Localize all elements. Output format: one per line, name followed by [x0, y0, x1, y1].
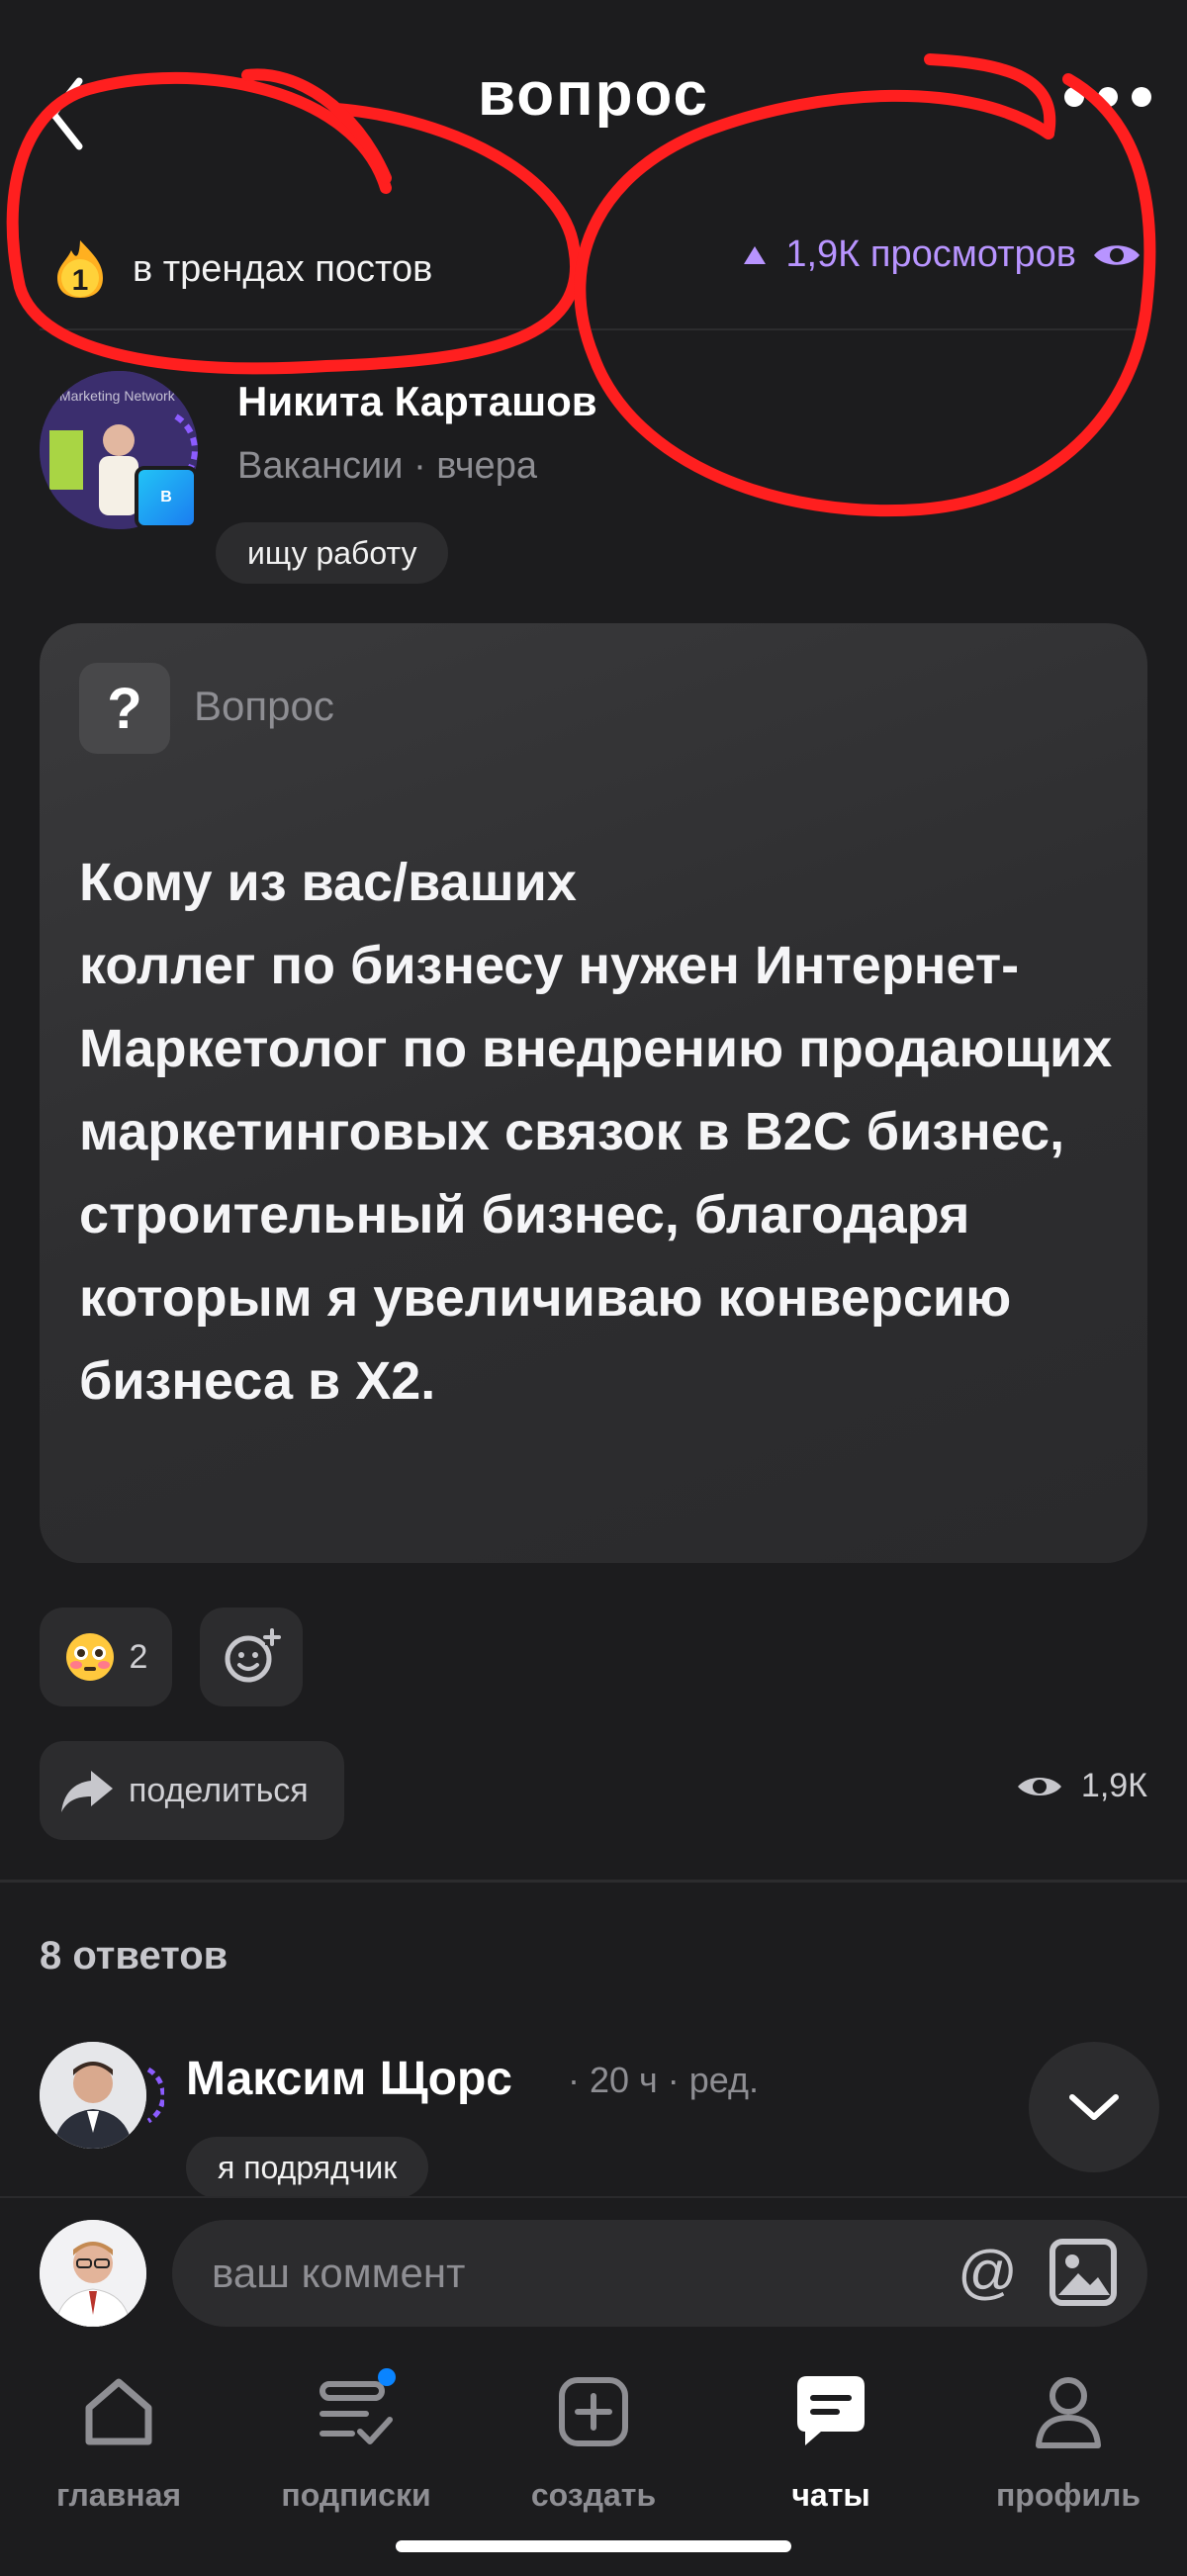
share-arrow-icon	[61, 1771, 113, 1812]
post-views: 1,9К	[1016, 1767, 1147, 1805]
trend-rank-number: 1	[72, 264, 89, 297]
tab-label: чаты	[791, 2477, 870, 2513]
reaction-count: 2	[129, 1637, 148, 1676]
tab-home[interactable]: главная	[0, 2372, 237, 2514]
subscriptions-icon	[317, 2368, 396, 2451]
answers-count: 8 ответов	[40, 1934, 228, 1978]
emoji-reaction[interactable]: 2	[40, 1608, 172, 1706]
tab-label: главная	[55, 2477, 182, 2513]
add-reaction-button[interactable]	[200, 1608, 303, 1706]
scroll-down-button[interactable]	[1029, 2042, 1159, 2172]
image-icon	[1050, 2239, 1117, 2306]
author-avatar[interactable]: Marketing Network B	[40, 371, 198, 529]
views-text: 1,9К просмотров	[785, 233, 1076, 275]
triangle-up-icon	[744, 245, 767, 264]
avatar-caption: Marketing Network	[59, 388, 176, 404]
notification-dot	[378, 2368, 396, 2386]
company-badge: B	[135, 466, 237, 535]
company-badge-logo: B	[135, 466, 198, 529]
tab-subscriptions[interactable]: подписки	[237, 2368, 475, 2514]
share-label: поделиться	[129, 1771, 309, 1809]
author-meta: Вакансии · вчера	[237, 445, 537, 487]
question-card: ? Вопрос Кому из вас/ваших коллег по бизн…	[40, 623, 1147, 1563]
more-dot-icon	[1064, 87, 1084, 107]
eye-icon	[1017, 1777, 1061, 1795]
commenter-name[interactable]: Максим Щорс	[186, 2052, 512, 2106]
create-icon	[554, 2372, 633, 2451]
profile-icon	[1029, 2372, 1108, 2451]
flame-rank-icon: 1	[51, 238, 109, 300]
my-avatar[interactable]	[40, 2220, 146, 2327]
author-name[interactable]: Никита Карташов	[237, 378, 597, 425]
home-indicator	[396, 2540, 791, 2552]
chat-icon	[791, 2372, 870, 2451]
mention-button[interactable]: @	[958, 2238, 1018, 2306]
more-dot-icon	[1132, 87, 1151, 107]
author-status-tag: ищу работу	[216, 522, 449, 584]
share-button[interactable]: поделиться	[40, 1741, 344, 1840]
question-label: Вопрос	[194, 683, 334, 729]
comment-meta: · 20 ч · ред.	[568, 2060, 760, 2100]
tab-label: профиль	[995, 2477, 1141, 2513]
tab-label: подписки	[281, 2477, 431, 2513]
stories-ring-icon	[146, 2067, 164, 2124]
question-mark-icon: ?	[79, 663, 170, 754]
tab-chats[interactable]: чаты	[712, 2372, 950, 2514]
question-text: Кому из вас/ваших коллег по бизнесу нужен…	[79, 853, 1113, 1411]
page-title: вопрос	[477, 60, 710, 129]
commenter-avatar[interactable]	[40, 2042, 146, 2149]
flushed-face-icon	[65, 1633, 114, 1681]
chevron-down-icon	[1069, 2094, 1119, 2120]
views-count: 1,9К	[1080, 1767, 1147, 1804]
attach-image-button[interactable]	[1049, 2238, 1118, 2307]
trending-badge[interactable]: 1 в трендах постов	[51, 230, 432, 309]
header-divider	[40, 328, 1147, 330]
more-options-button[interactable]	[1064, 87, 1151, 107]
views-counter[interactable]: 1,9К просмотров	[742, 233, 1141, 276]
more-dot-icon	[1098, 87, 1118, 107]
tab-create[interactable]: создать	[475, 2372, 712, 2514]
tab-profile[interactable]: профиль	[950, 2372, 1187, 2514]
tab-label: создать	[530, 2477, 657, 2513]
section-divider	[0, 1880, 1187, 1883]
home-icon	[79, 2372, 158, 2451]
trend-text: в трендах постов	[133, 247, 433, 290]
eye-icon	[1094, 244, 1140, 265]
add-emoji-icon	[225, 1628, 281, 1683]
commenter-status-tag: я подрядчик	[186, 2137, 429, 2198]
